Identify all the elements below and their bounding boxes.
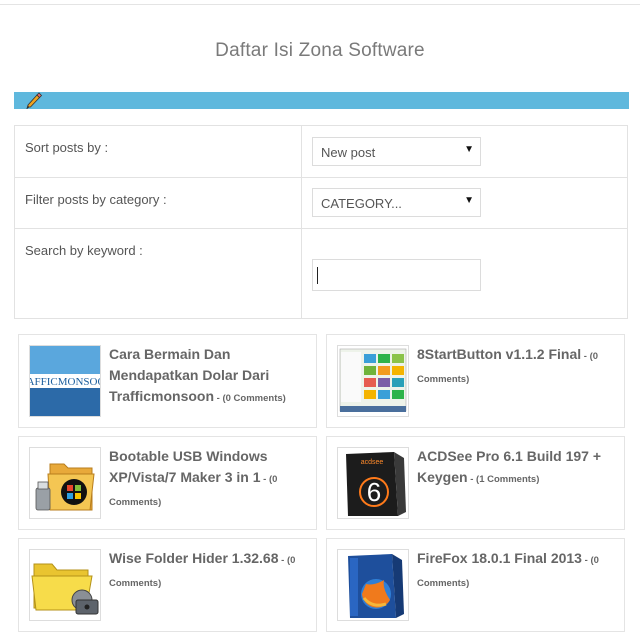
page-title: Daftar Isi Zona Software: [215, 40, 425, 61]
post-text: Cara Bermain Dan Mendapatkan Dolar Dari …: [109, 346, 286, 404]
post-title-link[interactable]: 8StartButton v1.1.2 Final: [417, 346, 581, 362]
folder-lock-thumbnail: [30, 550, 100, 620]
acdsee-box-thumbnail: acdsee 6: [338, 448, 408, 518]
acdsee-box-label: acdsee: [361, 459, 384, 466]
search-row: Search by keyword :: [15, 229, 627, 319]
accent-bar: [14, 92, 629, 109]
startmenu-thumbnail: [338, 346, 408, 416]
sort-label: Sort posts by :: [25, 140, 109, 155]
post-thumbnail[interactable]: acdsee 6: [337, 447, 409, 519]
thumbnail-text: 6: [367, 477, 381, 507]
post-text: ACDSee Pro 6.1 Build 197 + Keygen - (1 C…: [417, 448, 602, 485]
sort-select[interactable]: New post ▼: [312, 137, 481, 166]
post-card[interactable]: acdsee 6 ACDSee Pro 6.1 Build 197 + Keyg…: [326, 436, 625, 530]
text-caret: [317, 267, 318, 284]
usb-windows-thumbnail: [30, 448, 100, 518]
post-thumbnail[interactable]: [29, 447, 101, 519]
post-title-link[interactable]: FireFox 18.0.1 Final 2013: [417, 550, 582, 566]
category-select-value: CATEGORY...: [321, 196, 402, 211]
post-text: FireFox 18.0.1 Final 2013 - (0 Comments): [417, 550, 599, 589]
thumbnail-text: AFFICMONSOO: [30, 376, 101, 388]
post-thumbnail[interactable]: [337, 549, 409, 621]
post-card[interactable]: Wise Folder Hider 1.32.68 - (0 Comments): [18, 538, 317, 632]
post-comments[interactable]: (1 Comments): [476, 474, 539, 485]
post-title-link[interactable]: Bootable USB Windows XP/Vista/7 Maker 3 …: [109, 448, 268, 485]
post-card[interactable]: FireFox 18.0.1 Final 2013 - (0 Comments): [326, 538, 625, 632]
search-label: Search by keyword :: [25, 243, 143, 258]
top-divider: [0, 4, 640, 5]
category-select[interactable]: CATEGORY... ▼: [312, 188, 481, 217]
filter-panel: Sort posts by : New post ▼ Filter posts …: [14, 125, 628, 319]
post-card[interactable]: AFFICMONSOO Cara Bermain Dan Mendapatkan…: [18, 334, 317, 428]
triangle-down-icon: ▼: [464, 195, 474, 206]
pencil-icon[interactable]: [26, 92, 44, 109]
post-thumbnail[interactable]: [337, 345, 409, 417]
post-thumbnail[interactable]: AFFICMONSOO: [29, 345, 101, 417]
trafficmonsoon-thumbnail: AFFICMONSOO: [30, 346, 101, 416]
post-comments[interactable]: (0 Comments): [222, 393, 285, 404]
post-text: Bootable USB Windows XP/Vista/7 Maker 3 …: [109, 448, 278, 508]
sort-select-value: New post: [321, 145, 376, 160]
category-label: Filter posts by category :: [25, 192, 167, 207]
triangle-down-icon: ▼: [464, 144, 474, 155]
post-title-link[interactable]: Wise Folder Hider 1.32.68: [109, 550, 279, 566]
post-card[interactable]: Bootable USB Windows XP/Vista/7 Maker 3 …: [18, 436, 317, 530]
sort-row: Sort posts by : New post ▼: [15, 126, 627, 178]
post-thumbnail[interactable]: [29, 549, 101, 621]
post-text: 8StartButton v1.1.2 Final - (0 Comments): [417, 346, 599, 385]
category-row: Filter posts by category : CATEGORY... ▼: [15, 178, 627, 229]
firefox-box-thumbnail: [338, 550, 408, 620]
post-text: Wise Folder Hider 1.32.68 - (0 Comments): [109, 550, 296, 589]
search-input[interactable]: [312, 259, 481, 291]
post-card[interactable]: 8StartButton v1.1.2 Final - (0 Comments): [326, 334, 625, 428]
